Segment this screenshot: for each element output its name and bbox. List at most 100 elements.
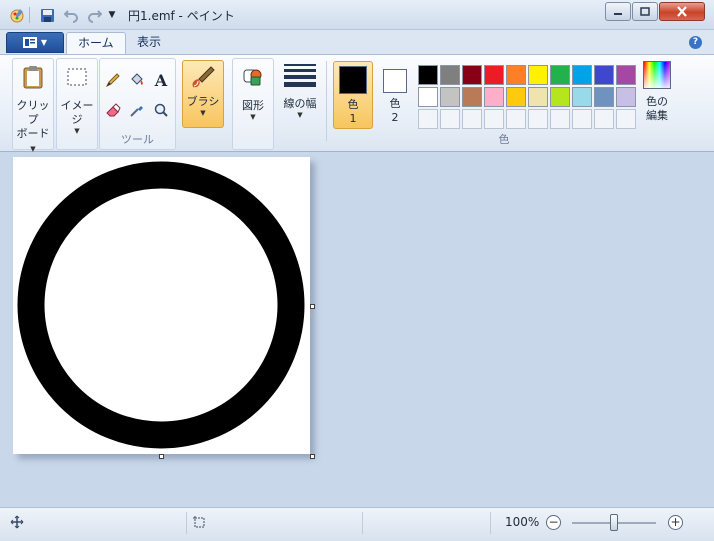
clipboard-group: クリップ ボード ▼	[12, 58, 54, 153]
resize-handle-right[interactable]	[310, 304, 315, 309]
ring-drawing	[17, 161, 305, 449]
palette-swatch[interactable]	[572, 65, 592, 85]
chevron-down-icon: ▼	[200, 109, 206, 117]
custom-color-slot[interactable]	[594, 109, 614, 129]
ribbon-divider	[326, 61, 327, 141]
zoom-out-button[interactable]: −	[546, 515, 561, 530]
palette-swatch[interactable]	[594, 65, 614, 85]
brush-label: ブラシ	[186, 95, 220, 108]
palette-swatch[interactable]	[550, 65, 570, 85]
palette-swatch[interactable]	[528, 65, 548, 85]
clipboard-label-2: ボード ▼	[16, 127, 50, 153]
palette-swatch[interactable]	[484, 87, 504, 107]
brush-button[interactable]: ブラシ ▼	[182, 60, 224, 128]
text-tool-icon[interactable]: A	[150, 69, 172, 91]
color1-button[interactable]: 色 1	[333, 61, 373, 129]
palette-swatch[interactable]	[462, 65, 482, 85]
qa-divider	[29, 7, 30, 23]
custom-color-slot[interactable]	[418, 109, 438, 129]
clipboard-label-1: クリップ	[16, 99, 50, 126]
fill-bucket-icon[interactable]	[126, 69, 148, 91]
edit-colors-button[interactable]: 色の 編集	[638, 61, 676, 123]
custom-color-slot[interactable]	[572, 109, 592, 129]
color2-label-1: 色	[389, 97, 401, 110]
status-divider	[490, 512, 491, 534]
palette-swatch[interactable]	[440, 87, 460, 107]
chevron-down-icon: ▼	[74, 127, 80, 135]
color2-button[interactable]: 色 2	[377, 61, 413, 129]
colors-group: 色 1 色 2 色	[330, 58, 678, 150]
shapes-button[interactable]: 図形 ▼	[233, 63, 273, 121]
image-label: イメージ	[60, 99, 94, 126]
palette-swatch[interactable]	[462, 87, 482, 107]
palette-swatch[interactable]	[550, 87, 570, 107]
tab-view[interactable]: 表示	[126, 32, 172, 54]
shapes-group: 図形 ▼	[232, 58, 274, 150]
palette-swatch[interactable]	[528, 87, 548, 107]
image-group: イメージ ▼	[56, 58, 98, 150]
resize-handle-corner[interactable]	[310, 454, 315, 459]
edit-colors-label-2: 編集	[646, 109, 668, 122]
close-button[interactable]	[659, 2, 705, 21]
undo-icon[interactable]	[62, 6, 80, 24]
zoom-level: 100%	[505, 515, 540, 529]
palette-swatch[interactable]	[506, 65, 526, 85]
selection-size-icon	[192, 515, 206, 532]
custom-color-slot[interactable]	[440, 109, 460, 129]
line-width-button[interactable]: 線の幅 ▼	[279, 61, 321, 119]
status-bar: 100% − +	[0, 507, 714, 541]
custom-color-slot[interactable]	[528, 109, 548, 129]
palette-swatch[interactable]	[418, 65, 438, 85]
magnifier-icon[interactable]	[150, 99, 172, 121]
maximize-button[interactable]	[632, 2, 658, 21]
resize-handle-bottom[interactable]	[159, 454, 164, 459]
menu-icon	[22, 37, 37, 48]
chevron-down-icon: ▼	[250, 113, 256, 121]
window-title: 円1.emf - ペイント	[128, 9, 235, 23]
palette-swatch[interactable]	[418, 87, 438, 107]
tab-home[interactable]: ホーム	[66, 32, 126, 54]
eraser-icon[interactable]	[102, 99, 124, 121]
custom-color-slot[interactable]	[550, 109, 570, 129]
palette-swatch[interactable]	[506, 87, 526, 107]
chevron-down-icon: ▼	[297, 111, 303, 119]
color2-swatch	[383, 69, 407, 93]
line-width-label: 線の幅	[283, 97, 317, 110]
palette-swatch[interactable]	[440, 65, 460, 85]
clipboard-button[interactable]: クリップ ボード ▼	[13, 63, 53, 155]
brush-icon	[188, 63, 218, 91]
ribbon: クリップ ボード ▼ イメージ ▼ A ツール ブラシ ▼ 図形 ▼ 線の幅 ▼…	[0, 54, 714, 153]
color-picker-icon[interactable]	[126, 99, 148, 121]
palette-swatch[interactable]	[484, 65, 504, 85]
shapes-icon	[238, 63, 268, 91]
palette-swatch[interactable]	[616, 65, 636, 85]
custom-color-slot[interactable]	[616, 109, 636, 129]
shapes-label: 図形	[242, 99, 264, 112]
minimize-button[interactable]	[605, 2, 631, 21]
color1-swatch	[339, 66, 367, 94]
drawing-canvas[interactable]	[13, 157, 310, 454]
canvas-workspace[interactable]	[0, 152, 714, 507]
palette-swatch[interactable]	[572, 87, 592, 107]
custom-color-slot[interactable]	[484, 109, 504, 129]
palette-swatch[interactable]	[616, 87, 636, 107]
chevron-down-icon: ▼	[40, 38, 48, 47]
zoom-in-button[interactable]: +	[668, 515, 683, 530]
custom-color-slot[interactable]	[506, 109, 526, 129]
zoom-slider-thumb[interactable]	[610, 514, 618, 531]
save-icon[interactable]	[38, 6, 56, 24]
line-width-icon	[284, 61, 316, 89]
custom-color-slot[interactable]	[462, 109, 482, 129]
colors-group-label: 色	[498, 133, 510, 146]
paint-menu-button[interactable]: ▼	[6, 32, 64, 53]
image-button[interactable]: イメージ ▼	[57, 63, 97, 135]
paint-app-icon[interactable]	[8, 6, 26, 24]
redo-icon[interactable]	[85, 6, 103, 24]
palette-swatch[interactable]	[594, 87, 614, 107]
pencil-icon[interactable]	[102, 69, 124, 91]
color2-label-2: 2	[391, 111, 399, 124]
tools-group-label: ツール	[121, 133, 154, 146]
customize-qa-icon[interactable]: ▼	[106, 6, 118, 24]
title-bar: ▼ 円1.emf - ペイント	[0, 0, 714, 30]
help-icon[interactable]: ?	[689, 36, 702, 49]
